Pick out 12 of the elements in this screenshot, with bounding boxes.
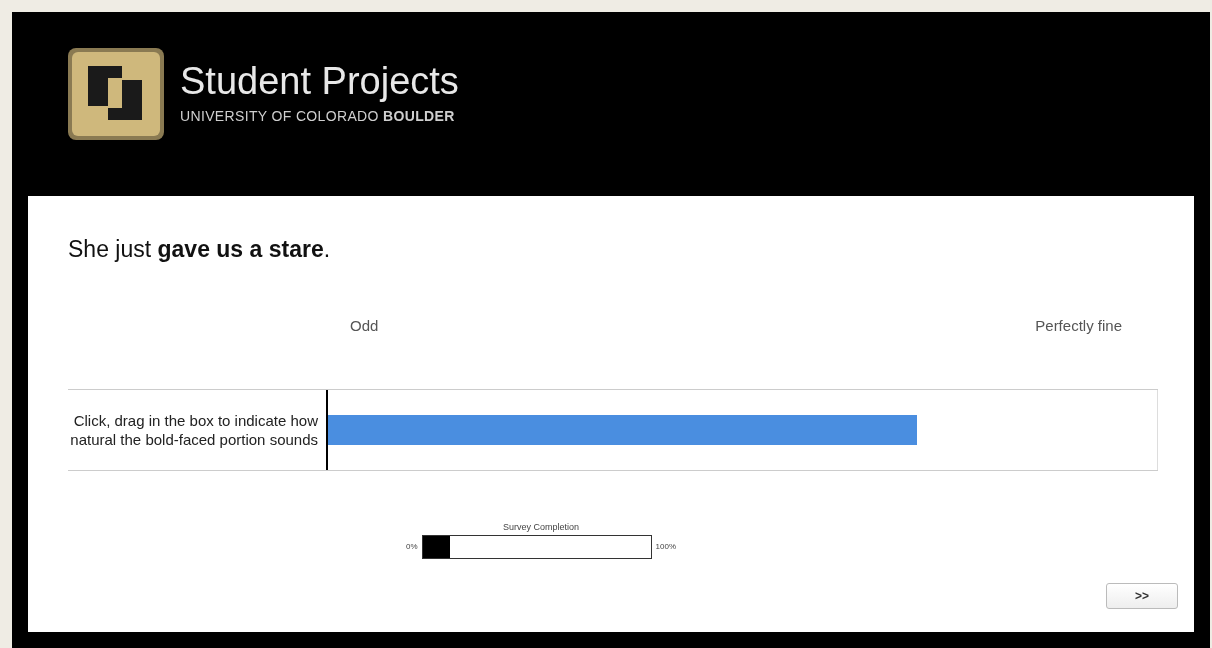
instruction-text: Click, drag in the box to indicate how natural the bold-faced portion sounds (69, 411, 319, 449)
scale-right-label: Perfectly fine (1035, 315, 1122, 336)
question-text: She just gave us a stare. (68, 235, 332, 264)
next-button[interactable]: >> (1106, 582, 1178, 609)
slider-track[interactable] (326, 390, 1158, 470)
site-subtitle: UNIVERSITY OF COLORADO BOULDER (180, 106, 456, 126)
progress-max-label: 100% (655, 540, 676, 553)
progress-min-label: 0% (406, 540, 418, 553)
scale-left-label: Odd (350, 315, 379, 336)
progress-title: Survey Completion (502, 521, 579, 534)
site-title: Student Projects (180, 61, 459, 100)
logo-icon (66, 46, 166, 142)
